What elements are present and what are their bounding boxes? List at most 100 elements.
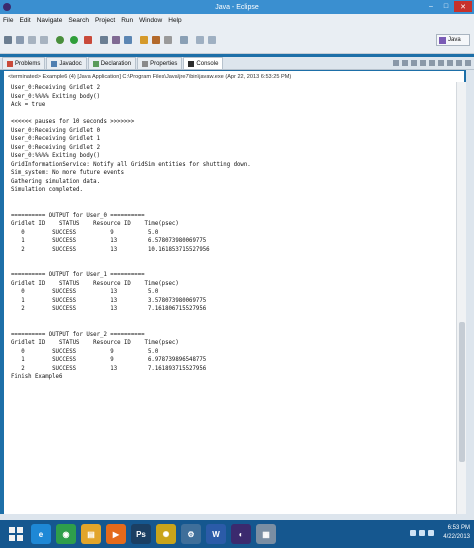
console-line: Gathering simulation data. bbox=[11, 178, 101, 185]
console-line: Gridlet ID STATUS Resource ID Time(psec) bbox=[11, 280, 179, 287]
tab-console[interactable]: Console bbox=[183, 57, 224, 69]
search-icon[interactable] bbox=[164, 36, 172, 44]
tray-up-arrow-icon[interactable] bbox=[410, 530, 416, 536]
display-console-icon[interactable] bbox=[438, 60, 444, 66]
console-text: User_0:Receiving Gridlet 2 User_0:%%%% Ex… bbox=[4, 82, 456, 384]
console-line: User_0:Receiving Gridlet 2 bbox=[11, 144, 101, 151]
document-icon[interactable]: ▦ bbox=[256, 524, 276, 544]
scrollbar-thumb[interactable] bbox=[459, 322, 465, 462]
save-all-icon[interactable] bbox=[28, 36, 36, 44]
debug-icon[interactable] bbox=[56, 36, 64, 44]
network-tray-icon[interactable] bbox=[419, 530, 425, 536]
tab-declaration[interactable]: Declaration bbox=[87, 57, 137, 69]
external-tools-icon[interactable] bbox=[84, 36, 92, 44]
open-console-icon[interactable] bbox=[447, 60, 453, 66]
declaration-icon bbox=[92, 60, 99, 67]
new-icon[interactable] bbox=[4, 36, 12, 44]
menu-window[interactable]: Window bbox=[139, 17, 162, 24]
scroll-lock-icon[interactable] bbox=[420, 60, 426, 66]
chrome-icon[interactable]: ◉ bbox=[56, 524, 76, 544]
console-line: Gridlet ID STATUS Resource ID Time(psec) bbox=[11, 340, 179, 346]
open-task-icon[interactable] bbox=[152, 36, 160, 44]
tab-properties[interactable]: Properties bbox=[137, 57, 183, 69]
console-line: ========== OUTPUT for User_2 ========== bbox=[11, 331, 145, 338]
tab-label: Problems bbox=[15, 60, 41, 67]
photoshop-icon[interactable]: Ps bbox=[131, 524, 151, 544]
console-line: <<<<<< pauses for 10 seconds >>>>>>> bbox=[11, 119, 135, 125]
maximize-view-icon[interactable] bbox=[465, 60, 471, 66]
annotation-icon[interactable] bbox=[180, 36, 188, 44]
tab-javadoc[interactable]: Javadoc bbox=[46, 57, 87, 69]
console-line: ========== OUTPUT for User_0 ========== bbox=[11, 212, 145, 219]
new-java-project-icon[interactable] bbox=[100, 36, 108, 44]
javadoc-icon bbox=[51, 60, 58, 67]
remove-launch-icon[interactable] bbox=[402, 60, 408, 66]
tab-label: Javadoc bbox=[59, 60, 82, 67]
menu-navigate[interactable]: Navigate bbox=[37, 17, 63, 24]
explorer-icon[interactable]: ▤ bbox=[81, 524, 101, 544]
window-controls: – □ ✕ bbox=[424, 1, 472, 12]
start-button[interactable] bbox=[6, 524, 26, 544]
console-line: User_0:Receiving Gridlet 1 bbox=[11, 136, 101, 142]
right-trim bbox=[466, 70, 474, 516]
windows-taskbar: e ◉ ▤ ▶ Ps ✺ ⚙ W ◐ ▦ 6:53 PM 4/22/2013 bbox=[0, 520, 474, 548]
menu-help[interactable]: Help bbox=[168, 17, 181, 24]
pin-console-icon[interactable] bbox=[429, 60, 435, 66]
console-line: 2 SUCCESS 13 7.161893715527956 bbox=[11, 365, 207, 372]
menu-project[interactable]: Project bbox=[95, 17, 115, 24]
open-type-icon[interactable] bbox=[140, 36, 148, 44]
console-line: User_0:Receiving Gridlet 0 bbox=[11, 127, 101, 134]
system-tray bbox=[410, 530, 434, 536]
window-titlebar: Java - Eclipse – □ ✕ bbox=[0, 0, 474, 14]
run-icon[interactable] bbox=[70, 36, 78, 44]
console-line: User_0:Receiving Gridlet 2 bbox=[11, 85, 101, 91]
menu-run[interactable]: Run bbox=[121, 17, 133, 24]
console-line: Sim_system: No more future events bbox=[11, 170, 124, 176]
tab-label: Declaration bbox=[100, 60, 132, 67]
console-line: User_0:%%%% Exiting body() bbox=[11, 93, 101, 100]
sun-app-icon[interactable]: ✺ bbox=[156, 524, 176, 544]
media-player-icon[interactable]: ▶ bbox=[106, 524, 126, 544]
menu-search[interactable]: Search bbox=[68, 17, 89, 24]
internet-explorer-icon[interactable]: e bbox=[31, 524, 51, 544]
taskbar-clock[interactable]: 6:53 PM 4/22/2013 bbox=[443, 524, 470, 542]
console-scrollbar[interactable] bbox=[456, 82, 466, 514]
perspective-label: Java bbox=[448, 37, 461, 43]
console-line: Finish Example6 bbox=[11, 374, 63, 380]
volume-icon[interactable] bbox=[428, 530, 434, 536]
back-icon[interactable] bbox=[196, 36, 204, 44]
menu-edit[interactable]: Edit bbox=[19, 17, 30, 24]
word-icon[interactable]: W bbox=[206, 524, 226, 544]
minimize-button[interactable]: – bbox=[424, 1, 438, 12]
windows-logo-icon bbox=[9, 527, 23, 541]
maximize-button[interactable]: □ bbox=[439, 1, 453, 12]
close-button[interactable]: ✕ bbox=[454, 1, 472, 12]
console-line: Ack = true bbox=[11, 102, 46, 108]
terminate-icon[interactable] bbox=[393, 60, 399, 66]
perspective-switcher[interactable]: Java bbox=[436, 34, 470, 46]
network-icon[interactable]: ⚙ bbox=[181, 524, 201, 544]
minimize-view-icon[interactable] bbox=[456, 60, 462, 66]
console-launch-header: <terminated> Example6 (4) [Java Applicat… bbox=[4, 71, 464, 82]
forward-icon[interactable] bbox=[208, 36, 216, 44]
console-line: 0 SUCCESS 9 5.0 bbox=[11, 229, 159, 236]
view-tab-bar: Problems Javadoc Declaration Properties … bbox=[0, 57, 474, 70]
new-class-icon[interactable] bbox=[124, 36, 132, 44]
save-icon[interactable] bbox=[16, 36, 24, 44]
console-line: User_0:%%%% Exiting body() bbox=[11, 153, 101, 159]
print-icon[interactable] bbox=[40, 36, 48, 44]
new-package-icon[interactable] bbox=[112, 36, 120, 44]
clear-console-icon[interactable] bbox=[411, 60, 417, 66]
problems-icon bbox=[7, 60, 13, 67]
console-line: 0 SUCCESS 9 5.0 bbox=[11, 348, 159, 355]
menu-file[interactable]: File bbox=[3, 17, 13, 24]
tab-label: Properties bbox=[150, 60, 178, 67]
tab-problems[interactable]: Problems bbox=[2, 57, 46, 69]
eclipse-icon[interactable]: ◐ bbox=[231, 524, 251, 544]
console-output[interactable]: User_0:Receiving Gridlet 2 User_0:%%%% Ex… bbox=[4, 82, 456, 514]
